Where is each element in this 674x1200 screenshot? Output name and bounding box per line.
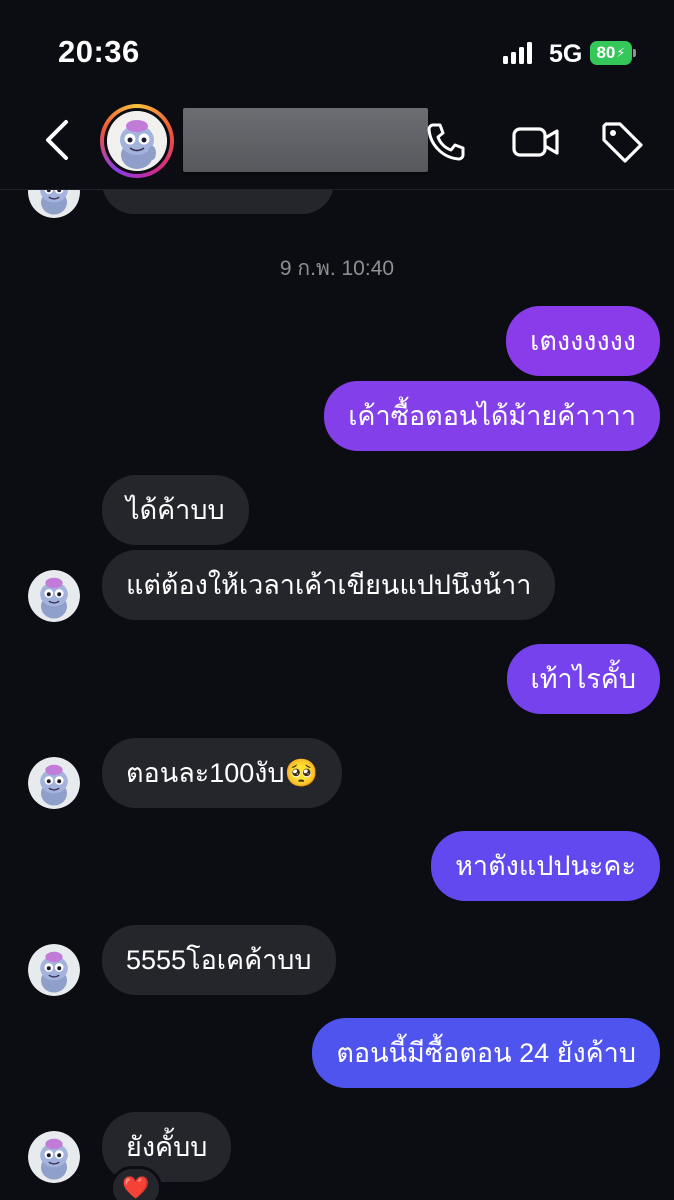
chevron-left-icon [46, 120, 68, 160]
chat-screen: 20:36 5G 80 ⚡ 9 ก.พ. 10:40 เตงงงงงง เค้า… [0, 0, 674, 1200]
conversation-timestamp: 9 ก.พ. 10:40 [279, 257, 395, 280]
contact-avatar-story-ring[interactable] [100, 104, 174, 178]
message-bubble-outgoing[interactable]: ตอนนี้มีซื้อตอน 24 ยังค้าบ [312, 1018, 660, 1088]
message-text: หาตังแปปนะคะ [455, 850, 636, 881]
contact-avatar[interactable] [28, 1131, 80, 1183]
message-bubble-outgoing[interactable]: เตงงงงงง [506, 306, 660, 376]
message-bubble-outgoing[interactable]: หาตังแปปนะคะ [431, 831, 660, 901]
phone-icon [427, 123, 465, 161]
message-text: เค้าซื้อตอนได้ม้ายค้าาาา [348, 400, 636, 431]
battery-level: 80 [596, 43, 616, 62]
video-camera-icon [512, 127, 559, 157]
tag-icon [602, 122, 643, 163]
redacted-contact-name [183, 108, 428, 172]
message-text: ตอนละ100งับ🥺 [126, 757, 319, 788]
contact-avatar[interactable] [28, 944, 80, 996]
message-bubble-incoming[interactable]: 5555โอเคค้าบบ [102, 925, 336, 995]
heart-reaction-icon[interactable]: ❤️ [110, 1166, 162, 1200]
contact-avatar[interactable] [28, 757, 80, 809]
voice-call-button[interactable] [422, 118, 470, 166]
message-text: ยังคั้บบ [126, 1131, 208, 1162]
battery-icon: 80 ⚡ [590, 41, 636, 65]
message-text: ได้ค้าบบ [126, 494, 225, 525]
message-bubble-outgoing[interactable]: เค้าซื้อตอนได้ม้ายค้าาาา [324, 381, 660, 451]
message-bubble-outgoing[interactable]: เท้าไรคั้บ [506, 644, 660, 714]
status-time: 20:36 [58, 34, 140, 69]
chat-header [0, 90, 674, 190]
back-button[interactable] [40, 118, 76, 162]
network-type: 5G [549, 40, 583, 68]
message-bubble-incoming[interactable]: แต่ต้องให้เวลาเค้าเขียนแปปนึงน้าา [102, 550, 556, 620]
message-bubble-incoming[interactable]: ได้ค้าบบ [102, 475, 249, 545]
cellular-signal-icon [503, 42, 532, 64]
message-bubble-incoming[interactable]: ตอนละ100งับ🥺 [102, 738, 343, 808]
video-call-button[interactable] [510, 118, 559, 166]
message-text: 5555โอเคค้าบบ [126, 944, 312, 975]
message-text: ตอนนี้มีซื้อตอน 24 ยังค้าบ [336, 1037, 636, 1068]
tag-button[interactable] [598, 118, 646, 166]
contact-avatar [107, 111, 167, 171]
message-text: เท้าไรคั้บ [530, 663, 636, 694]
message-text: แต่ต้องให้เวลาเค้าเขียนแปปนึงน้าา [126, 569, 532, 600]
message-text: เตงงงงงง [530, 325, 636, 356]
contact-avatar[interactable] [28, 570, 80, 622]
